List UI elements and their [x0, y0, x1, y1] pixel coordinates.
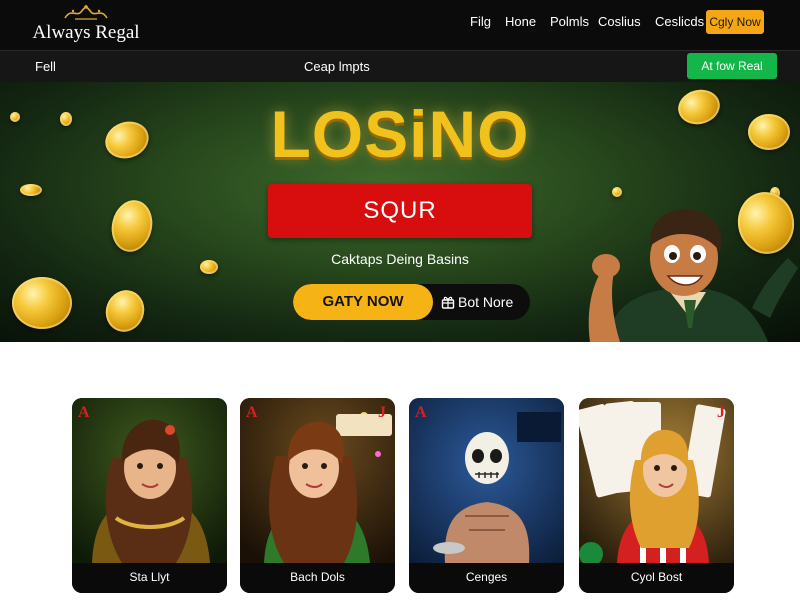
game-card[interactable]: A Sta Llyt	[72, 398, 227, 593]
game-card-art	[579, 398, 734, 563]
brand-name: Always Regal	[32, 22, 140, 43]
casino-landing-page: Always Regal Filg Hone Polmls Coslius Ce…	[0, 0, 800, 600]
game-card-art	[409, 398, 564, 563]
card-rank-a: A	[415, 404, 427, 421]
game-card-label: Sta Llyt	[72, 563, 227, 593]
hero-secondary-button[interactable]: Bot Nore	[433, 284, 530, 320]
gold-coin-icon	[20, 184, 42, 196]
game-card-art	[72, 398, 227, 563]
secondary-bar: Fell Ceap lmpts At fow Real	[0, 50, 800, 82]
game-card-label: Cyol Bost	[579, 563, 734, 593]
hero-cta-group: GATY NOW Bot Nore	[293, 284, 530, 320]
gold-coin-icon	[12, 277, 72, 329]
game-card-art	[240, 398, 395, 563]
header-cta-button[interactable]: Cgly Now	[706, 10, 764, 34]
brand-logo[interactable]: Always Regal	[30, 5, 142, 45]
subbar-left-link[interactable]: Fell	[35, 59, 56, 74]
hero-title: LOSiNO	[270, 97, 530, 171]
gold-coin-icon	[10, 112, 20, 122]
gift-icon	[441, 296, 455, 309]
nav-link-ceslicds[interactable]: Ceslicds	[655, 14, 704, 29]
gold-coin-icon	[200, 260, 218, 274]
crown-icon	[64, 5, 108, 20]
game-card-label: Cenges	[409, 563, 564, 593]
gold-coin-icon	[107, 196, 157, 256]
game-cards: A Sta Llyt A J Bach Dols A Cenges J Cyol…	[72, 398, 736, 593]
hero-secondary-label: Bot Nore	[458, 294, 514, 310]
top-header: Always Regal Filg Hone Polmls Coslius Ce…	[0, 0, 800, 50]
game-card[interactable]: J Cyol Bost	[579, 398, 734, 593]
gold-coin-icon	[612, 187, 622, 197]
hero-banner: SQUR	[268, 184, 532, 238]
hero-primary-button[interactable]: GATY NOW	[293, 284, 433, 320]
gold-coin-icon	[100, 116, 154, 164]
subbar-cta-button[interactable]: At fow Real	[687, 53, 777, 79]
mascot-character-icon	[588, 209, 798, 342]
game-card[interactable]: A Cenges	[409, 398, 564, 593]
gold-coin-icon	[748, 114, 790, 150]
nav-link-coslius[interactable]: Coslius	[598, 14, 641, 29]
gold-coin-icon	[99, 284, 151, 338]
game-card-label: Bach Dols	[240, 563, 395, 593]
card-rank-j: J	[378, 404, 386, 421]
gold-coin-icon	[60, 112, 72, 126]
nav-link-hone[interactable]: Hone	[505, 14, 536, 29]
card-rank-a: A	[78, 404, 90, 421]
card-rank-a: A	[246, 404, 258, 421]
gold-coin-icon	[674, 85, 724, 129]
hero-subtitle: Caktaps Deing Basins	[331, 251, 469, 267]
card-rank-j: J	[717, 404, 725, 421]
nav-link-polmls[interactable]: Polmls	[550, 14, 589, 29]
hero-section: LOSiNO SQUR Caktaps Deing Basins GATY NO…	[0, 82, 800, 342]
game-card[interactable]: A J Bach Dols	[240, 398, 395, 593]
subbar-center-text: Ceap lmpts	[304, 59, 370, 74]
nav-link-filg[interactable]: Filg	[470, 14, 491, 29]
